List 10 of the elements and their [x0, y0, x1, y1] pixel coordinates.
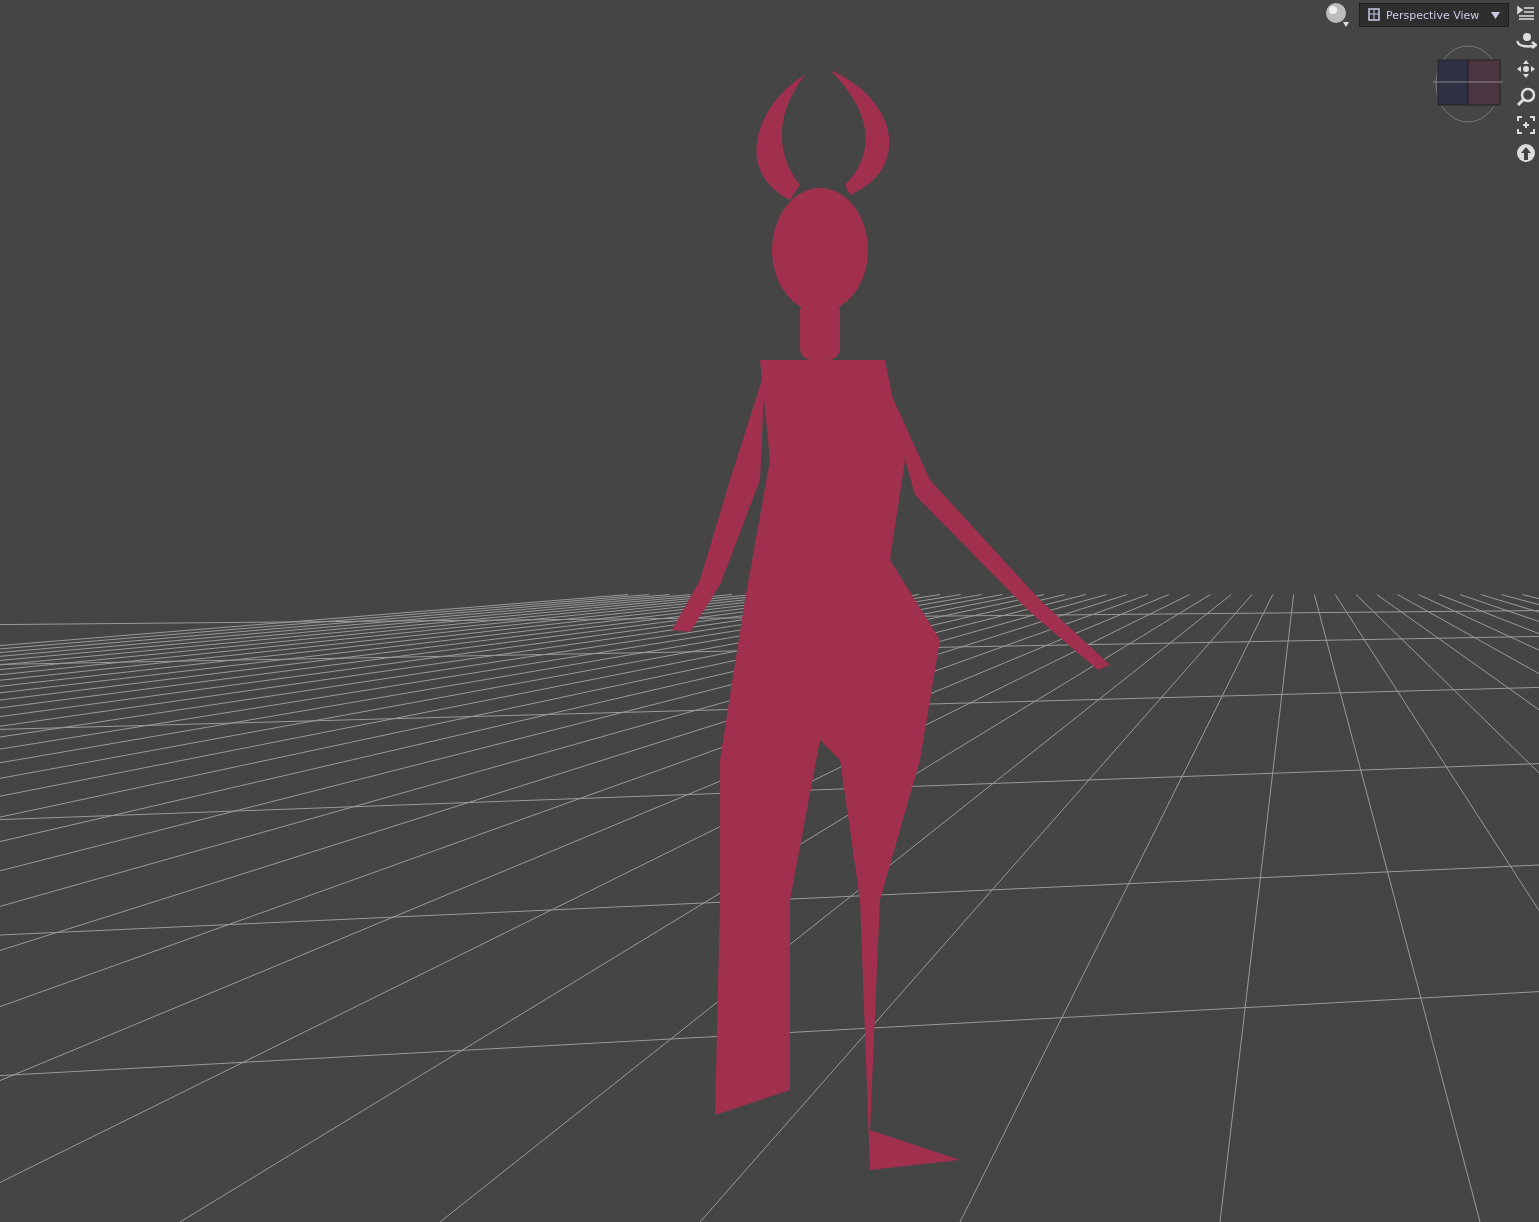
orbit-icon[interactable]	[1515, 30, 1537, 52]
view-dropdown[interactable]: Perspective View	[1359, 3, 1509, 27]
3d-viewport[interactable]: Perspective View	[0, 0, 1539, 1222]
move-arrows-icon[interactable]	[1515, 58, 1537, 80]
caret-icon	[1491, 11, 1500, 19]
frame-icon[interactable]	[1515, 114, 1537, 136]
up-arrow-icon[interactable]	[1515, 142, 1537, 164]
window-icon	[1368, 8, 1380, 22]
zoom-icon[interactable]	[1515, 86, 1537, 108]
render-sphere-icon[interactable]	[1325, 2, 1351, 28]
